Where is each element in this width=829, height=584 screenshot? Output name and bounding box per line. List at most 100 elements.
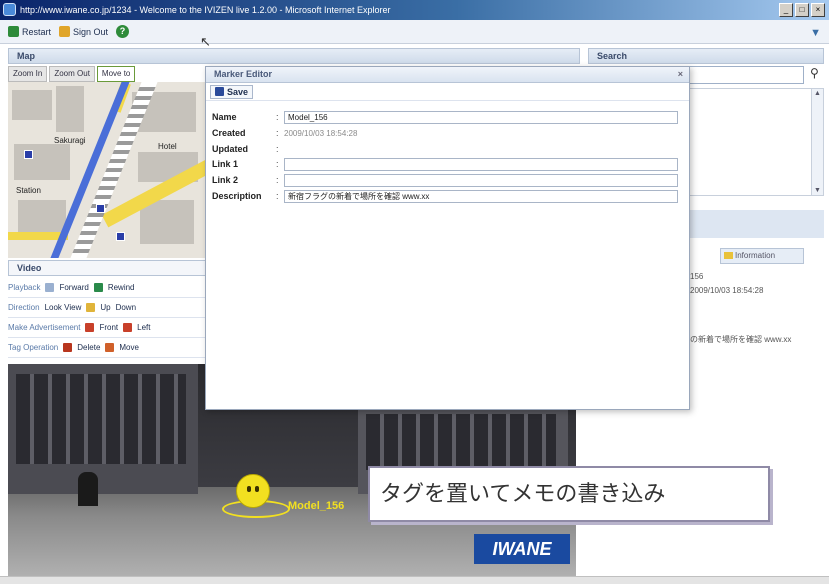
play-icon[interactable] [45,283,55,292]
created-row: Created : 2009/10/03 18:54:28 [212,126,678,140]
front-icon [85,323,95,332]
left-icon [123,323,133,332]
direction-label: Direction [8,303,40,312]
building-windows [366,414,556,470]
description-label: Description [212,191,262,201]
save-disk-icon [215,87,224,96]
save-button[interactable]: Save [210,84,254,99]
direction-row: Direction Look View Up Down [8,298,208,318]
marker-editor-title: Marker Editor [214,69,273,79]
tab-information-label: Information [735,251,776,260]
map-tabs: Zoom In Zoom Out Move to [8,66,208,82]
tab-move-to[interactable]: Move to [96,66,136,82]
name-label: Name [212,112,237,122]
link2-field[interactable] [284,173,678,187]
save-label: Save [227,86,249,97]
map-block [14,144,70,180]
move-button[interactable]: Move [119,343,139,352]
link2-row: Link 2 : [212,173,678,187]
advertisement-row: Make Advertisement Front Left [8,318,208,338]
restart-icon [8,26,19,37]
scroll-up-icon[interactable]: ▲ [814,90,821,97]
front-button[interactable]: Front [99,323,118,332]
map-label: Hotel [158,142,177,151]
tab-zoom-out[interactable]: Zoom Out [49,66,95,82]
map-block [12,90,52,120]
marker-editor-toolbar: Save [206,83,689,101]
iwane-logo: IWANE [474,534,570,564]
help-icon[interactable]: ? [116,25,130,38]
dialog-close-icon[interactable]: × [678,67,683,82]
rewind-button[interactable]: Rewind [108,283,135,292]
browser-icon [3,3,16,16]
tag-operation-label: Tag Operation [8,343,59,352]
window-title-bar: http://www.iwane.co.jp/1234 - Welcome to… [0,0,829,20]
up-button[interactable]: Up [100,303,110,312]
detail-peek-description: の新着で場所を確認 www.xx [690,335,792,344]
up-icon [86,303,96,312]
video-panel-title: Video [17,263,42,273]
signout-icon [59,26,71,37]
search-icon[interactable]: ⚲ [810,66,819,80]
map-block [56,86,84,132]
window-controls: _ □ × [779,3,825,17]
delete-button[interactable]: Delete [77,343,100,352]
name-field[interactable]: Model_156 [284,110,678,124]
video-controls: Playback Forward Rewind Direction Look V… [8,278,208,358]
description-field[interactable]: 新宿フラグの新着で場所を確認 www.xx [284,189,678,203]
name-row: Name : Model_156 [212,110,678,124]
scroll-down-icon[interactable]: ▼ [814,187,821,194]
video-panel-header: Video [8,260,208,276]
updated-label: Updated [212,144,248,154]
app-toolbar: Restart Sign Out ? [0,20,829,44]
status-bar [0,576,829,584]
signout-label: Sign Out [73,26,109,37]
map-panel-title: Map [17,51,35,61]
marker-editor-header: Marker Editor × [206,67,689,83]
link1-label: Link 1 [212,159,239,169]
folder-icon [724,252,733,259]
left-button[interactable]: Left [137,323,150,332]
look-view-button[interactable]: Look View [45,303,82,312]
down-button[interactable]: Down [116,303,136,312]
restart-button[interactable]: Restart [8,26,51,37]
restart-label: Restart [22,26,52,37]
maximize-button[interactable]: □ [795,3,809,17]
tab-information[interactable]: Information [720,248,804,264]
updated-row: Updated : [212,144,279,154]
map-block [140,200,194,244]
search-panel-header: Search [588,48,824,64]
delete-icon [63,343,73,352]
link1-field[interactable] [284,157,678,171]
tab-zoom-in[interactable]: Zoom In [8,66,48,82]
detail-peek-date: 2009/10/03 18:54:28 [690,286,764,295]
filter-icon[interactable]: ▼ [810,27,821,39]
map-marker-icon[interactable] [116,232,125,241]
rewind-icon [93,283,103,292]
map-label: Sakuragi [54,136,86,145]
forward-button[interactable]: Forward [59,283,88,292]
marker-editor-dialog: Marker Editor × Save Name : Model_156 Cr… [205,66,690,410]
tag-smiley-icon[interactable] [236,474,270,508]
search-panel-title: Search [597,51,628,61]
playback-label: Playback [8,283,41,292]
window-title: http://www.iwane.co.jp/1234 - Welcome to… [20,5,391,15]
map-marker-icon[interactable] [24,150,33,159]
results-scrollbar[interactable]: ▲ ▼ [811,89,823,195]
map-panel-header: Map [8,48,580,64]
tag-operation-row: Tag Operation Delete Move [8,338,208,358]
map-label: Station [16,186,41,195]
playback-row: Playback Forward Rewind [8,278,208,298]
created-label: Created [212,128,246,138]
signout-button[interactable]: Sign Out [59,26,108,37]
close-window-button[interactable]: × [811,3,825,17]
tag-label: Model_156 [288,500,345,512]
minimize-button[interactable]: _ [779,3,793,17]
link2-label: Link 2 [212,175,239,185]
map-view[interactable]: Sakuragi Hotel Station [8,82,208,258]
link1-row: Link 1 : [212,157,678,171]
description-row: Description : 新宿フラグの新着で場所を確認 www.xx [212,189,678,203]
building-windows [16,374,186,464]
map-marker-icon[interactable] [96,204,105,213]
caption-overlay: タグを置いてメモの書き込み [368,466,770,522]
